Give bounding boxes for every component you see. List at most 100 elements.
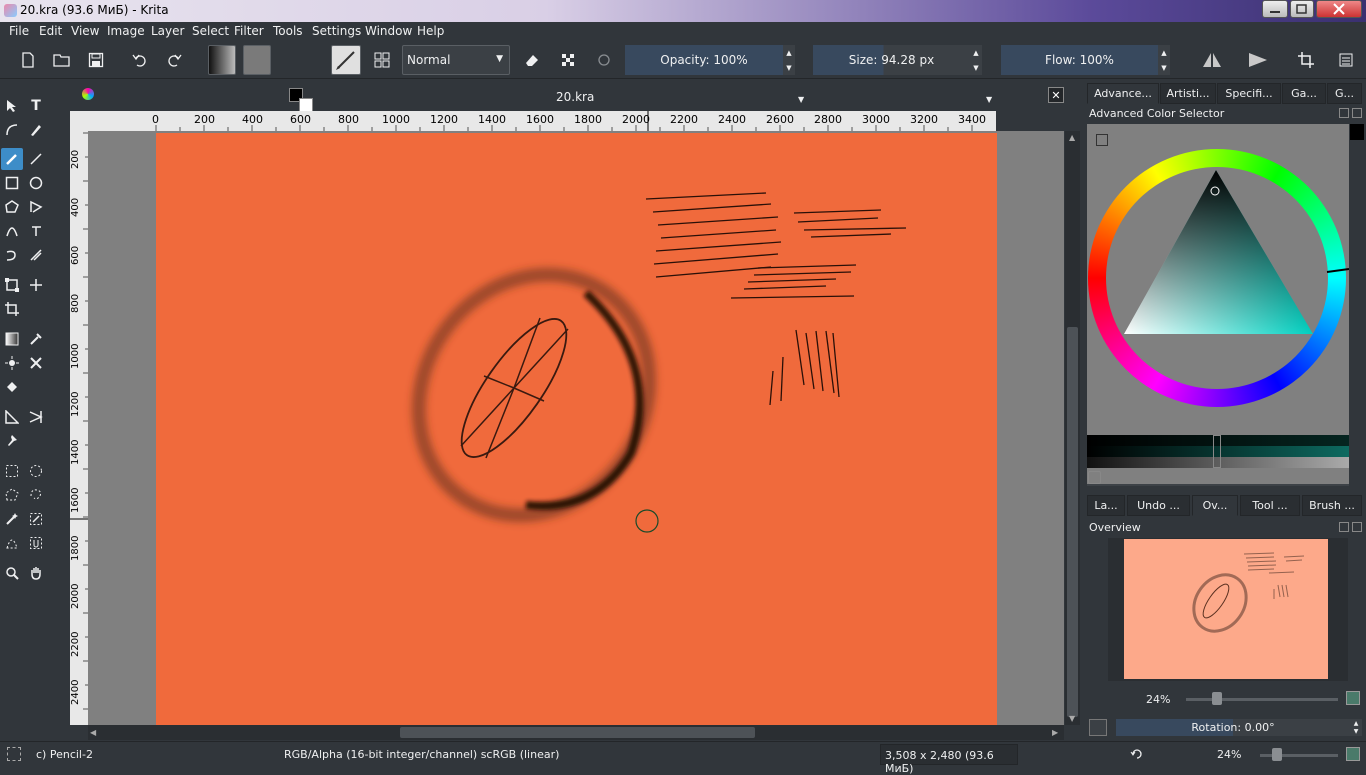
flow-slider[interactable]: Flow: 100% — [1001, 45, 1158, 75]
drawing-canvas[interactable] — [156, 133, 997, 725]
menu-image[interactable]: Image — [107, 24, 145, 38]
reload-preset-icon[interactable] — [590, 45, 618, 75]
float-overview-icon[interactable] — [1339, 522, 1349, 532]
scroll-up-icon[interactable]: ▲ — [1069, 133, 1075, 142]
overview-zoom-slider[interactable] — [1186, 698, 1338, 701]
size-slider[interactable]: Size: 94.28 px — [813, 45, 970, 75]
maximize-icon[interactable] — [1290, 0, 1314, 18]
scroll-down-icon[interactable]: ▼ — [1069, 714, 1075, 723]
menu-window[interactable]: Window — [365, 24, 412, 38]
vertical-scroll-thumb[interactable] — [1067, 327, 1078, 717]
freehand-select-icon[interactable] — [25, 484, 47, 506]
mirror-view-icon[interactable] — [1089, 719, 1107, 736]
overview-thumbnail[interactable] — [1124, 539, 1328, 679]
pattern-preset-button[interactable] — [243, 45, 271, 75]
zoom-tool-icon[interactable] — [1, 562, 23, 584]
flow-spin-buttons[interactable]: ▲ ▼ — [1158, 45, 1170, 75]
menu-view[interactable]: View — [71, 24, 99, 38]
magic-wand-icon[interactable] — [1, 508, 23, 530]
tab-advanced-color-selector[interactable]: Advance... — [1087, 83, 1159, 104]
polygon-select-icon[interactable] — [1, 484, 23, 506]
smart-patch-icon[interactable] — [1, 352, 23, 374]
overview-zoom-handle[interactable] — [1212, 692, 1222, 705]
similar-color-select-icon[interactable] — [25, 508, 47, 530]
reference-image-icon[interactable] — [1, 430, 23, 452]
menu-layer[interactable]: Layer — [151, 24, 184, 38]
minimize-icon[interactable] — [1262, 0, 1288, 18]
tab-layers[interactable]: La... — [1087, 495, 1125, 516]
tab-undo-history[interactable]: Undo ... — [1127, 495, 1190, 516]
document-tab[interactable]: 20.kra ✕ — [80, 84, 1068, 110]
eraser-mode-icon[interactable] — [518, 45, 546, 75]
selection-status-icon[interactable] — [7, 747, 21, 761]
bezier-select-icon[interactable] — [1, 532, 23, 554]
mirror-horizontal-icon[interactable] — [1198, 45, 1226, 75]
rotation-spin-buttons[interactable]: ▲ ▼ — [1350, 719, 1362, 736]
mirror-vertical-icon[interactable] — [1244, 45, 1272, 75]
undo-icon[interactable] — [126, 45, 154, 75]
dynamic-brush-icon[interactable] — [1, 244, 23, 266]
preserve-alpha-icon[interactable] — [554, 45, 582, 75]
measure-tool-icon[interactable] — [1, 406, 23, 428]
opacity-spin-buttons[interactable]: ▲ ▼ — [783, 45, 795, 75]
tab-specific-color-selector[interactable]: Specifi... — [1217, 83, 1281, 104]
opacity-slider[interactable]: Opacity: 100% — [625, 45, 783, 75]
tab-tool-options[interactable]: Tool ... — [1240, 495, 1300, 516]
close-document-icon[interactable]: ✕ — [1048, 87, 1064, 103]
image-size-box[interactable]: 3,508 x 2,480 (93.6 МиБ) — [880, 744, 1018, 775]
gradient-tool-icon[interactable] — [1, 328, 23, 350]
color-history-bar[interactable] — [1087, 435, 1349, 468]
menu-edit[interactable]: Edit — [39, 24, 62, 38]
advanced-color-selector[interactable] — [1087, 124, 1349, 484]
size-spin-buttons[interactable]: ▲ ▼ — [970, 45, 982, 75]
perspective-tool-icon[interactable] — [25, 406, 47, 428]
scroll-right-icon[interactable]: ▶ — [1052, 728, 1058, 737]
tab-g[interactable]: G... — [1327, 83, 1362, 104]
color-selector-scrollbar[interactable] — [1350, 124, 1364, 140]
calligraphy-icon[interactable] — [25, 119, 47, 141]
menu-settings[interactable]: Settings — [312, 24, 361, 38]
overview-fit-icon[interactable] — [1346, 691, 1360, 705]
edit-shapes-icon[interactable] — [1, 119, 23, 141]
vertical-scrollbar[interactable]: ▲ ▼ — [1065, 131, 1080, 725]
freehand-path-icon[interactable] — [25, 220, 47, 242]
open-document-icon[interactable] — [48, 45, 76, 75]
tab-overview[interactable]: Ov... — [1192, 495, 1238, 516]
bezier-curve-icon[interactable] — [1, 220, 23, 242]
menu-help[interactable]: Help — [417, 24, 444, 38]
close-overview-icon[interactable] — [1352, 522, 1362, 532]
gradient-preset-button[interactable] — [208, 45, 236, 75]
new-document-icon[interactable] — [14, 45, 42, 75]
assistant-tool-icon[interactable] — [25, 352, 47, 374]
saturation-value-triangle[interactable] — [1087, 124, 1349, 424]
ellipse-select-icon[interactable] — [25, 460, 47, 482]
rotation-slider[interactable]: Rotation: 0.00° — [1116, 719, 1350, 736]
blend-mode-select[interactable]: Normal ▼ — [402, 45, 510, 75]
redo-icon[interactable] — [160, 45, 188, 75]
polyline-tool-icon[interactable] — [25, 196, 47, 218]
docker-menu-icon[interactable] — [1332, 45, 1360, 75]
multibrush-icon[interactable] — [25, 244, 47, 266]
brush-preset-button[interactable] — [331, 45, 361, 75]
tab-gamut-mask[interactable]: Ga... — [1282, 83, 1326, 104]
close-docker-icon[interactable] — [1352, 108, 1362, 118]
text-tool-icon[interactable]: T — [25, 95, 47, 117]
fill-tool-icon[interactable] — [1, 376, 23, 398]
tab-brush-presets[interactable]: Brush ... — [1302, 495, 1362, 516]
color-picker-icon[interactable] — [25, 328, 47, 350]
menu-tools[interactable]: Tools — [273, 24, 303, 38]
zoom-fit-icon[interactable] — [1346, 747, 1360, 761]
rectangle-select-icon[interactable] — [1, 460, 23, 482]
close-icon[interactable] — [1316, 0, 1362, 18]
menu-filter[interactable]: Filter — [234, 24, 264, 38]
freehand-brush-icon[interactable] — [1, 148, 23, 170]
workspace-chooser-icon[interactable] — [368, 45, 396, 75]
crop-tool-icon[interactable] — [1, 298, 23, 320]
menu-select[interactable]: Select — [192, 24, 229, 38]
save-icon[interactable] — [82, 45, 110, 75]
scroll-left-icon[interactable]: ◀ — [90, 728, 96, 737]
horizontal-scroll-thumb[interactable] — [400, 727, 755, 738]
select-shapes-icon[interactable] — [1, 95, 23, 117]
wrap-around-icon[interactable] — [1292, 45, 1320, 75]
pan-tool-icon[interactable] — [25, 562, 47, 584]
